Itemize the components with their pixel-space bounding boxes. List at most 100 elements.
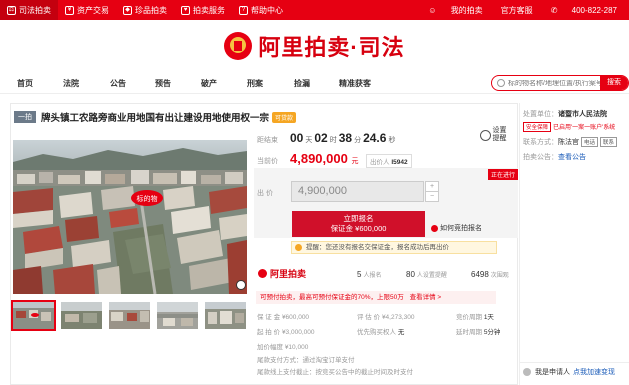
thumbnail-4[interactable]	[157, 302, 198, 329]
court-emblem-icon	[224, 32, 253, 60]
signup-deposit: 保证金 ¥600,000	[330, 224, 387, 233]
nav-preview[interactable]: 预告	[155, 78, 171, 89]
applicant-text: 我是申请人	[535, 368, 570, 376]
signup-count-value: 5	[357, 270, 362, 279]
applicant-link[interactable]: 点我加速变现	[573, 367, 615, 377]
tab-auction-service[interactable]: ♥ 拍卖服务	[174, 0, 232, 20]
search-icon	[497, 79, 505, 87]
estimate-label: 评 估 价	[357, 314, 381, 321]
main-image[interactable]: 标的物	[13, 140, 247, 294]
tab-label: 珍品拍卖	[135, 5, 167, 15]
nav-criminal[interactable]: 刑案	[247, 78, 263, 89]
phone-badge[interactable]: 电话	[580, 137, 598, 147]
increase-button[interactable]: +	[426, 182, 438, 192]
tab-label: 帮助中心	[251, 5, 283, 15]
court-notice-label: 拍卖公告：	[523, 154, 558, 161]
decrease-button[interactable]: −	[426, 192, 438, 202]
logo[interactable]: 阿里拍卖·司法	[224, 30, 404, 62]
court-notice-link[interactable]: 查看公告	[558, 154, 586, 161]
deposit-label: 保 证 金	[257, 314, 281, 321]
nav-home[interactable]: 首页	[17, 78, 33, 89]
disposer-name[interactable]: 诸暨市人民法院	[558, 111, 607, 118]
contact-label: 联系方式：	[523, 139, 558, 146]
thumbnail-image	[157, 302, 198, 329]
target-marker-label: 标的物	[137, 194, 158, 203]
tab-judicial-auction[interactable]: ⚖ 司法拍卖	[0, 0, 58, 20]
user-icon: ☺	[428, 5, 439, 15]
brand-name: 阿里拍卖	[270, 268, 307, 279]
price-label: 当前价	[257, 158, 278, 165]
reminder-label: 设置提醒	[492, 127, 507, 142]
court-badges: 安全保障 已启用'一案一账户'系统	[523, 122, 615, 132]
tab-label: 拍卖服务	[193, 5, 225, 15]
clock-icon	[479, 129, 491, 141]
logo-text: 阿里拍卖·司法	[258, 35, 405, 60]
tab-help-center[interactable]: ? 帮助中心	[232, 0, 290, 20]
avatar	[523, 367, 531, 376]
official-account-link[interactable]: 官方客服	[495, 5, 539, 16]
thumbnail-image	[13, 302, 54, 329]
phone-icon: ✆	[550, 5, 560, 15]
reminder-text: 提醒：您还没有报名交保证金，报名成功后再出价	[306, 244, 449, 251]
how-to-bid-label: 如何竞拍报名	[440, 225, 482, 232]
thumbnail-2[interactable]	[61, 302, 102, 329]
thumbnail-image	[109, 302, 150, 329]
court-notice-row: 拍卖公告：查看公告	[523, 152, 586, 162]
reminder-count: 80 人设置提醒	[406, 270, 447, 279]
thumbnail-3[interactable]	[109, 302, 150, 329]
search-input[interactable]	[508, 79, 600, 87]
tab-treasure-auction[interactable]: ◆ 珍品拍卖	[116, 0, 174, 20]
nav-court[interactable]: 法院	[63, 78, 79, 89]
increment-label: 加价幅度	[257, 344, 283, 351]
account-system-badge: 已启用'一案一账户'系统	[553, 125, 616, 131]
applicant-bar: 我是申请人 点我加速变现	[519, 362, 629, 380]
search-box: 搜索	[491, 75, 629, 91]
signup-reminder: 提醒：您还没有报名交保证金，报名成功后再出价	[291, 241, 497, 254]
my-auction-label: 我的拍卖	[450, 5, 483, 15]
help-icon: ?	[239, 5, 248, 15]
view-count-value: 6498	[471, 270, 489, 279]
status-badge: 正在进行	[488, 169, 519, 180]
hour-unit: 时	[329, 137, 337, 144]
bidder-box: 出价人 I5942	[366, 154, 412, 168]
signup-button[interactable]: 立即报名 保证金 ¥600,000	[292, 211, 425, 237]
view-count: 6498 次围观	[471, 270, 509, 279]
nav-notice[interactable]: 公告	[110, 78, 126, 89]
disposer-label: 处置单位：	[523, 111, 558, 118]
thumbnail-1[interactable]	[11, 300, 56, 331]
priority-value: 无	[397, 329, 405, 336]
minute-unit: 分	[354, 137, 362, 144]
chat-badge[interactable]: 联系	[599, 137, 617, 147]
loan-badge: 可贷款	[272, 111, 297, 123]
bidder-label: 出价人	[370, 159, 390, 166]
bidder-id: I5942	[391, 159, 408, 166]
zoom-icon[interactable]	[236, 280, 246, 290]
payment-deadline-value: 按竞买公告中的截止时间及时支付	[315, 369, 414, 376]
thumbnail-strip	[11, 300, 253, 331]
thumbnail-image	[205, 302, 246, 329]
nav-bankruptcy[interactable]: 破产	[201, 78, 217, 89]
bulb-icon	[295, 244, 302, 251]
payment-deadline-row: 尾款线上支付截止：按竞买公告中的截止时间及时支付	[257, 366, 413, 376]
my-auction-link[interactable]: ☺ 我的拍卖	[416, 5, 494, 16]
bid-input[interactable]: 4,900,000	[291, 181, 424, 202]
view-count-label: 次围观	[490, 273, 509, 279]
thumbnail-5[interactable]	[205, 302, 246, 329]
info-icon	[431, 224, 438, 232]
brand-icon	[258, 268, 267, 278]
item-title-row: 一拍 牌头镇工农路旁商业用地国有出让建设用地使用权一宗 可贷款	[14, 110, 297, 124]
loan-link[interactable]: 查看详情 >	[410, 294, 442, 301]
how-to-bid-link[interactable]: 如何竞拍报名	[431, 223, 482, 233]
delay-label: 延时周期	[456, 329, 482, 336]
search-button[interactable]: 搜索	[600, 76, 628, 90]
second-unit: 秒	[388, 137, 396, 144]
disposer-row: 处置单位：诸暨市人民法院	[523, 109, 607, 119]
price-value: 4,890,000	[290, 151, 348, 166]
countdown-hours: 02	[314, 131, 328, 145]
set-reminder-button[interactable]: 设置提醒	[476, 127, 516, 149]
nav-bargain[interactable]: 捡漏	[294, 78, 310, 89]
tab-asset-trade[interactable]: ¥ 资产交易	[58, 0, 116, 20]
town-aerial-image: 标的物	[13, 140, 247, 294]
nav-lead-gen[interactable]: 精准获客	[339, 78, 371, 89]
loan-promo: 可预付拍卖，最高可预付保证金的70%，上限50万 查看详情 >	[256, 291, 496, 304]
